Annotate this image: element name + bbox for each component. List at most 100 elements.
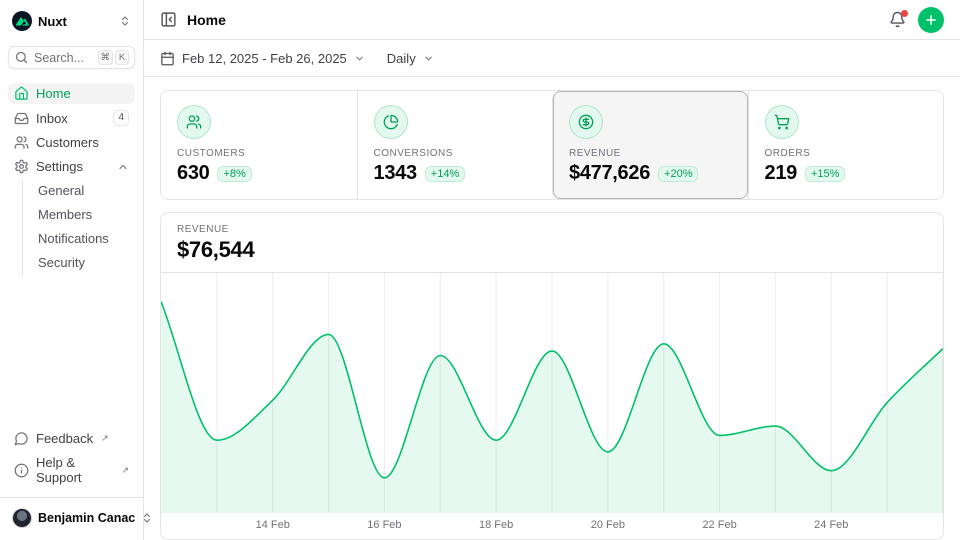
sidebar-item-security[interactable]: Security: [23, 252, 135, 273]
workspace-switcher[interactable]: Nuxt: [8, 8, 135, 34]
sidebar-nav: Home Inbox 4 Customers Settings General …: [8, 83, 135, 276]
chart-value: $76,544: [177, 237, 927, 263]
stat-delta-badge: +8%: [217, 166, 251, 182]
stat-value: 630: [177, 162, 209, 185]
settings-subnav: General Members Notifications Security: [22, 180, 135, 276]
message-circle-icon: [14, 431, 29, 446]
stats-row: CUSTOMERS 630 +8% CONVERSIONS 1343 +14%: [160, 90, 944, 200]
search-input[interactable]: Search... ⌘ K: [8, 46, 135, 69]
sidebar-item-label: Feedback: [36, 431, 93, 446]
sidebar: Nuxt Search... ⌘ K Home Inbox 4 Customer…: [0, 0, 144, 540]
period-select[interactable]: Daily: [387, 51, 434, 66]
sidebar-item-customers[interactable]: Customers: [8, 132, 135, 153]
x-tick-label: 18 Feb: [479, 519, 513, 531]
stat-value: 219: [765, 162, 797, 185]
external-link-icon: ↗: [101, 433, 109, 444]
x-tick-label: 16 Feb: [367, 519, 401, 531]
chevrons-up-down-icon: [119, 15, 131, 27]
user-menu[interactable]: Benjamin Canac: [8, 504, 135, 532]
external-link-icon: ↗: [121, 465, 129, 476]
notifications-button[interactable]: [889, 11, 906, 28]
revenue-chart-panel: REVENUE $76,544 14 Feb 16 Feb 18 Feb 20 Feb…: [160, 212, 944, 540]
plus-icon: [924, 13, 938, 27]
inbox-icon: [14, 111, 29, 126]
chevron-up-icon: [117, 161, 129, 173]
search-placeholder: Search...: [34, 51, 84, 65]
sidebar-collapse-button[interactable]: [160, 11, 177, 28]
nuxt-logo-glyph: [16, 17, 29, 26]
revenue-chart-svg: [161, 273, 943, 513]
x-axis: 14 Feb 16 Feb 18 Feb 20 Feb 22 Feb 24 Feb: [161, 513, 943, 539]
shopping-cart-icon: [774, 114, 790, 130]
stat-card-orders[interactable]: ORDERS 219 +15%: [748, 91, 944, 199]
x-tick-label: 22 Feb: [702, 519, 736, 531]
sidebar-item-home[interactable]: Home: [8, 83, 135, 104]
stat-delta-badge: +20%: [658, 166, 698, 182]
stat-delta-badge: +15%: [805, 166, 845, 182]
sidebar-item-members[interactable]: Members: [23, 204, 135, 225]
stat-icon-wrap: [177, 105, 211, 139]
sidebar-item-general[interactable]: General: [23, 180, 135, 201]
sidebar-item-label: Home: [36, 86, 71, 101]
sidebar-item-feedback[interactable]: Feedback ↗: [8, 428, 135, 449]
x-tick-label: 14 Feb: [256, 519, 290, 531]
header-actions: [889, 7, 944, 33]
stat-icon-wrap: [374, 105, 408, 139]
sidebar-spacer: [8, 276, 135, 428]
sidebar-item-label: Inbox: [36, 111, 68, 126]
stat-value: 1343: [374, 162, 417, 185]
stat-delta-badge: +14%: [425, 166, 465, 182]
workspace-name: Nuxt: [38, 14, 67, 29]
sidebar-divider: [0, 497, 143, 498]
user-name: Benjamin Canac: [38, 511, 135, 525]
pie-chart-icon: [383, 114, 399, 130]
avatar: [12, 508, 32, 528]
period-value: Daily: [387, 51, 416, 66]
stat-card-customers[interactable]: CUSTOMERS 630 +8%: [161, 91, 357, 199]
revenue-chart[interactable]: [161, 273, 943, 513]
stat-label: ORDERS: [765, 148, 928, 159]
search-icon: [14, 50, 29, 65]
main-area: Home Feb 12, 2025 - Feb 26, 2025 Daily: [144, 0, 960, 540]
add-button[interactable]: [918, 7, 944, 33]
date-range-value: Feb 12, 2025 - Feb 26, 2025: [182, 51, 347, 66]
page-title: Home: [187, 12, 226, 28]
filters-toolbar: Feb 12, 2025 - Feb 26, 2025 Daily: [144, 40, 960, 77]
chart-label: REVENUE: [177, 224, 927, 235]
stat-label: REVENUE: [569, 148, 732, 159]
sidebar-item-inbox[interactable]: Inbox 4: [8, 107, 135, 129]
sidebar-item-label: Settings: [36, 159, 83, 174]
info-circle-icon: [14, 463, 29, 478]
users-icon: [14, 135, 29, 150]
gear-icon: [14, 159, 29, 174]
search-shortcut: ⌘ K: [98, 50, 130, 65]
dashboard-content: CUSTOMERS 630 +8% CONVERSIONS 1343 +14%: [144, 77, 960, 540]
house-icon: [14, 86, 29, 101]
kbd-meta: ⌘: [98, 50, 114, 65]
chevron-down-icon: [423, 53, 434, 64]
panel-left-close-icon: [160, 11, 177, 28]
notification-dot: [901, 10, 908, 17]
x-tick-label: 24 Feb: [814, 519, 848, 531]
chart-header: REVENUE $76,544: [161, 213, 943, 273]
date-range-picker[interactable]: Feb 12, 2025 - Feb 26, 2025: [160, 51, 365, 66]
x-tick-label: 20 Feb: [591, 519, 625, 531]
sidebar-item-label: Help & Support: [36, 455, 113, 485]
stat-label: CUSTOMERS: [177, 148, 341, 159]
stat-value: $477,626: [569, 162, 650, 185]
stat-label: CONVERSIONS: [374, 148, 537, 159]
dollar-circle-icon: [578, 114, 594, 130]
top-header: Home: [144, 0, 960, 40]
stat-icon-wrap: [569, 105, 603, 139]
nuxt-logo-icon: [12, 11, 32, 31]
chevron-down-icon: [354, 53, 365, 64]
sidebar-item-help-support[interactable]: Help & Support ↗: [8, 452, 135, 488]
users-icon: [186, 114, 202, 130]
stat-icon-wrap: [765, 105, 799, 139]
sidebar-item-notifications[interactable]: Notifications: [23, 228, 135, 249]
sidebar-item-label: Customers: [36, 135, 99, 150]
kbd-key: K: [115, 50, 129, 65]
stat-card-revenue[interactable]: REVENUE $477,626 +20%: [552, 91, 748, 199]
stat-card-conversions[interactable]: CONVERSIONS 1343 +14%: [357, 91, 553, 199]
sidebar-item-settings[interactable]: Settings: [8, 156, 135, 177]
